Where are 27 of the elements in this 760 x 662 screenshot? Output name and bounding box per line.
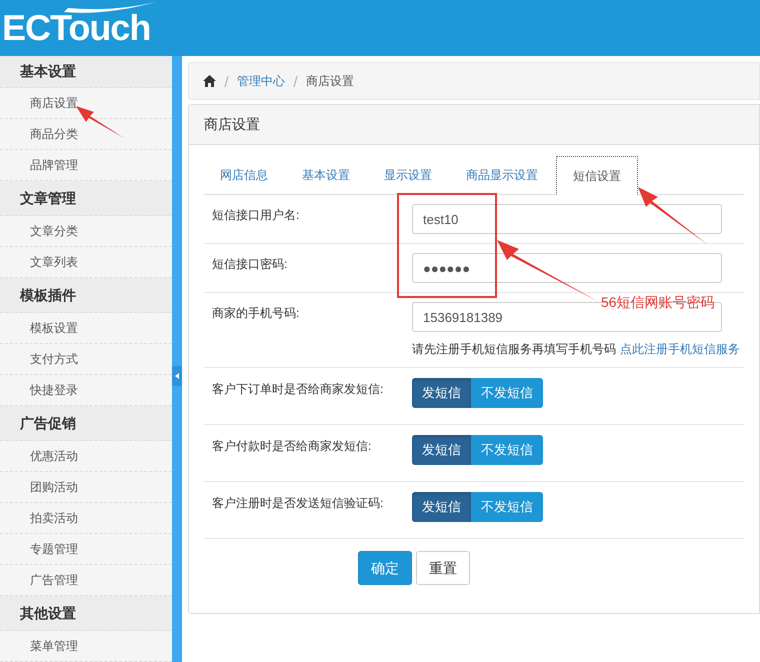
field-label: 客户下订单时是否给商家发短信:	[211, 381, 384, 398]
text-field[interactable]: ●●●●●●	[412, 253, 722, 283]
tab[interactable]: 商品显示设置	[450, 156, 554, 194]
tab[interactable]: 网店信息	[204, 156, 284, 194]
sidebar-group-header: 其他设置	[0, 596, 172, 631]
help-text: 请先注册手机短信服务再填写手机号码	[412, 341, 616, 358]
tab[interactable]: 显示设置	[368, 156, 448, 194]
breadcrumb-link[interactable]: 管理中心	[237, 72, 285, 90]
breadcrumb-current: 商店设置	[306, 73, 354, 90]
sidebar-group-header: 广告促销	[0, 406, 172, 441]
text-field[interactable]: test10	[412, 204, 722, 234]
register-link[interactable]: 点此注册手机短信服务	[620, 340, 740, 358]
field-label: 商家的手机号码:	[211, 305, 300, 322]
toggle-option[interactable]: 发短信	[412, 378, 471, 408]
toggle-option[interactable]: 发短信	[412, 435, 471, 465]
tab[interactable]: 短信设置	[556, 156, 638, 195]
sidebar-group-header: 基本设置	[0, 56, 172, 88]
panel-heading: 商店设置	[189, 105, 759, 145]
field-label: 短信接口用户名:	[211, 207, 300, 224]
reset-button[interactable]: 重置	[416, 551, 470, 585]
toggle-option[interactable]: 发短信	[412, 492, 471, 522]
sidebar-group-header: 文章管理	[0, 181, 172, 216]
sidebar-group-header: 模板插件	[0, 278, 172, 313]
field-label: 短信接口密码:	[211, 256, 288, 273]
field-label: 客户注册时是否发送短信验证码:	[211, 495, 384, 512]
field-label: 客户付款时是否给商家发短信:	[211, 438, 372, 455]
tab[interactable]: 基本设置	[286, 156, 366, 194]
